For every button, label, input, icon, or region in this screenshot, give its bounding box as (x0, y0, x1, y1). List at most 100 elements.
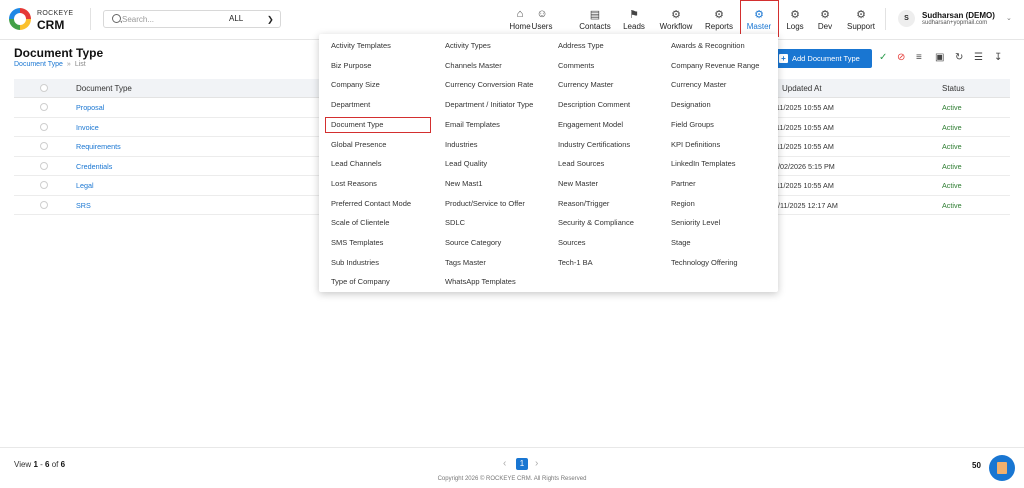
menu-item-new-mast1[interactable]: New Mast1 (445, 177, 483, 191)
menu-item-sub-industries[interactable]: Sub Industries (331, 256, 379, 270)
menu-item-department[interactable]: Department (331, 98, 370, 112)
row-checkbox[interactable] (40, 200, 48, 209)
document-type-link[interactable]: Proposal (76, 103, 104, 112)
ban-icon[interactable]: ⊘ (897, 53, 905, 63)
nav-contacts[interactable]: ▤ Contacts (576, 0, 614, 38)
nav-users[interactable]: ☺ Users (528, 0, 556, 38)
row-checkbox[interactable] (40, 181, 48, 189)
list-icon[interactable]: ☰ (974, 53, 983, 63)
menu-item-channels-master[interactable]: Channels Master (445, 59, 502, 73)
menu-item-sms-templates[interactable]: SMS Templates (331, 236, 383, 250)
menu-item-currency-conversion-rate[interactable]: Currency Conversion Rate (445, 78, 533, 92)
menu-item-field-groups[interactable]: Field Groups (671, 118, 714, 132)
floating-action-button[interactable] (989, 455, 1015, 481)
menu-item-description-comment[interactable]: Description Comment (558, 98, 630, 112)
menu-item-activity-templates[interactable]: Activity Templates (331, 39, 391, 53)
menu-item-designation[interactable]: Designation (671, 98, 711, 112)
nav-dev[interactable]: ⚙ Dev (814, 0, 836, 38)
save-icon[interactable]: ▣ (935, 53, 944, 63)
select-all-checkbox[interactable] (40, 84, 48, 92)
column-header-document-type[interactable]: Document Type (76, 84, 132, 93)
menu-item-lead-sources[interactable]: Lead Sources (558, 157, 604, 171)
document-type-link[interactable]: Invoice (76, 123, 99, 132)
nav-leads[interactable]: ⚑ Leads (620, 0, 648, 38)
menu-item-kpi-definitions[interactable]: KPI Definitions (671, 138, 720, 152)
menu-item-department-initiator-type[interactable]: Department / Initiator Type (445, 98, 533, 112)
menu-item-engagement-model[interactable]: Engagement Model (558, 118, 623, 132)
menu-item-awards-recognition[interactable]: Awards & Recognition (671, 39, 745, 53)
menu-item-type-of-company[interactable]: Type of Company (331, 275, 390, 289)
menu-item-linkedin-templates[interactable]: LinkedIn Templates (671, 157, 736, 171)
chevron-down-icon[interactable]: ❯ (267, 15, 274, 24)
rockeye-logo-icon[interactable] (9, 8, 31, 30)
menu-item-email-templates[interactable]: Email Templates (445, 118, 500, 132)
menu-item-currency-master[interactable]: Currency Master (558, 78, 613, 92)
gear-icon: ⚙ (714, 9, 724, 21)
menu-item-whatsapp-templates[interactable]: WhatsApp Templates (445, 275, 516, 289)
filter-sliders-icon[interactable]: ≡ (916, 53, 922, 63)
search-input[interactable] (122, 13, 212, 25)
avatar[interactable]: S (898, 10, 915, 27)
menu-item-lead-channels[interactable]: Lead Channels (331, 157, 381, 171)
refresh-icon[interactable]: ↻ (955, 53, 963, 63)
menu-item-technology-offering[interactable]: Technology Offering (671, 256, 738, 270)
menu-item-comments[interactable]: Comments (558, 59, 594, 73)
menu-item-preferred-contact-mode[interactable]: Preferred Contact Mode (331, 197, 411, 211)
nav-workflow[interactable]: ⚙ Workflow (657, 0, 695, 38)
breadcrumb: Document Type» List (14, 61, 86, 68)
row-checkbox[interactable] (40, 122, 48, 131)
menu-item-industries[interactable]: Industries (445, 138, 478, 152)
menu-item-address-type[interactable]: Address Type (558, 39, 604, 53)
document-type-link[interactable]: SRS (76, 201, 91, 210)
menu-item-reason-trigger[interactable]: Reason/Trigger (558, 197, 609, 211)
column-header-status[interactable]: Status (942, 84, 965, 93)
menu-item-currency-master[interactable]: Currency Master (671, 78, 726, 92)
menu-item-seniority-level[interactable]: Seniority Level (671, 216, 720, 230)
gear-icon: ⚙ (856, 9, 866, 21)
row-checkbox[interactable] (40, 103, 48, 111)
chevron-down-icon[interactable]: ⌄ (1006, 14, 1012, 22)
menu-item-stage[interactable]: Stage (671, 236, 691, 250)
menu-item-global-presence[interactable]: Global Presence (331, 138, 386, 152)
nav-reports[interactable]: ⚙ Reports (702, 0, 736, 38)
menu-item-partner[interactable]: Partner (671, 177, 696, 191)
add-document-type-button[interactable]: + Add Document Type (775, 49, 872, 68)
menu-item-document-type[interactable]: Document Type (325, 116, 431, 133)
menu-item-tags-master[interactable]: Tags Master (445, 256, 486, 270)
menu-item-source-category[interactable]: Source Category (445, 236, 501, 250)
document-type-link[interactable]: Legal (76, 181, 94, 190)
menu-item-region[interactable]: Region (671, 197, 695, 211)
menu-item-company-revenue-range[interactable]: Company Revenue Range (671, 59, 759, 73)
row-checkbox[interactable] (40, 161, 48, 170)
check-circle-icon[interactable]: ✓ (879, 53, 887, 63)
menu-item-industry-certifications[interactable]: Industry Certifications (558, 138, 630, 152)
column-header-updated-at[interactable]: Updated At (782, 84, 822, 93)
next-page-icon[interactable]: › (535, 458, 538, 469)
row-checkbox[interactable] (40, 142, 48, 150)
menu-item-security-compliance[interactable]: Security & Compliance (558, 216, 634, 230)
current-page-button[interactable]: 1 (516, 458, 528, 470)
menu-item-biz-purpose[interactable]: Biz Purpose (331, 59, 371, 73)
search-scope-select[interactable]: ALL (229, 14, 243, 23)
prev-page-icon[interactable]: ‹ (503, 458, 506, 469)
menu-item-sdlc[interactable]: SDLC (445, 216, 465, 230)
menu-item-lost-reasons[interactable]: Lost Reasons (331, 177, 377, 191)
download-icon[interactable]: ↧ (994, 53, 1002, 63)
nav-reports-label: Reports (704, 22, 733, 31)
menu-item-tech-1-ba[interactable]: Tech-1 BA (558, 256, 593, 270)
menu-item-company-size[interactable]: Company Size (331, 78, 380, 92)
nav-support[interactable]: ⚙ Support (843, 0, 879, 38)
page-size-select[interactable]: 50 (972, 461, 981, 470)
menu-item-scale-of-clientele[interactable]: Scale of Clientele (331, 216, 389, 230)
nav-logs[interactable]: ⚙ Logs (783, 0, 807, 38)
menu-item-sources[interactable]: Sources (558, 236, 586, 250)
breadcrumb-link[interactable]: Document Type (14, 61, 63, 68)
user-name[interactable]: Sudharsan (DEMO) (922, 11, 995, 20)
menu-item-lead-quality[interactable]: Lead Quality (445, 157, 487, 171)
menu-item-product-service-to-offer[interactable]: Product/Service to Offer (445, 197, 525, 211)
status-badge: Active (942, 103, 962, 112)
document-type-link[interactable]: Credentials (76, 162, 112, 171)
menu-item-activity-types[interactable]: Activity Types (445, 39, 491, 53)
menu-item-new-master[interactable]: New Master (558, 177, 598, 191)
document-type-link[interactable]: Requirements (76, 142, 121, 151)
